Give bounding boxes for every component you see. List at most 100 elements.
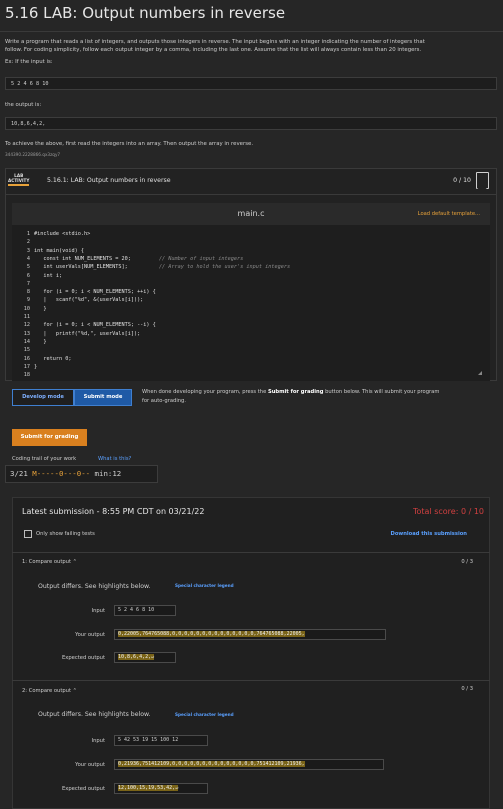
line-number: 9: [26, 297, 30, 304]
line-number: 11: [23, 314, 30, 320]
completion-badge-icon: [476, 172, 489, 189]
code-line: | scanf("%d", &(userVals[i]));: [34, 297, 144, 304]
line-number: 8: [26, 289, 30, 296]
code-content[interactable]: #include <stdio.h> int main(void) { const…: [34, 225, 484, 375]
description-line-2: follow. For coding simplicity, follow ea…: [5, 47, 422, 53]
test-1-your-output: 0,22005,764765088,0,0,0,0,0,0,0,0,0,0,0,…: [114, 629, 386, 640]
lab-score: 0 / 10: [453, 177, 471, 184]
test-2-title: 2: Compare output: [22, 688, 71, 694]
lab-activity-header: LAB ACTIVITY 5.16.1: LAB: Output numbers…: [5, 168, 497, 195]
test-divider: [12, 680, 490, 681]
test-1-expected-text: 10,8,6,4,2,↵: [118, 654, 155, 660]
code-line: const int NUM_ELEMENTS = 20; // Number o…: [34, 255, 244, 262]
test-1-expected-label: Expected output: [62, 655, 105, 661]
lab-activity-title: 5.16.1: LAB: Output numbers in reverse: [47, 177, 171, 184]
title-divider: [0, 31, 503, 32]
test-2-your-output-text: 0,21936,751412109,0,0,0,0,0,0,0,0,0,0,0,…: [118, 761, 305, 767]
test-1-your-output-label: Your output: [75, 632, 105, 638]
only-failing-checkbox[interactable]: [24, 530, 32, 538]
line-number: 1: [26, 231, 30, 237]
line-number: 4: [26, 255, 30, 262]
line-number: 16: [23, 355, 30, 362]
example-output: 10,8,6,4,2,: [5, 117, 497, 130]
test-2-input-label: Input: [91, 738, 105, 744]
mode-info-line-2: for auto-grading.: [142, 398, 186, 404]
mode-info-prefix: When done developing your program, press…: [142, 389, 268, 395]
example-input-label: Ex: If the input is:: [5, 59, 53, 65]
test-1-differs: Output differs. See highlights below.: [38, 583, 151, 590]
test-1-input: 5 2 4 6 8 10: [114, 605, 176, 616]
code-editor[interactable]: main.c Load default template... 12345678…: [12, 203, 490, 381]
total-score: Total score: 0 / 10: [412, 507, 484, 516]
test-2-your-output-label: Your output: [75, 762, 105, 768]
test-2-expected-text: 12,100,15,19,53,42,↵: [118, 785, 179, 791]
code-line: int main(void) {: [34, 247, 84, 254]
code-line: }: [34, 363, 38, 370]
test-2-expected-output: 12,100,15,19,53,42,↵: [114, 783, 208, 794]
mode-info-suffix: button below. This will submit your prog…: [323, 389, 440, 395]
chevron-up-icon: ⌃: [72, 559, 78, 565]
example-input: 5 2 4 6 8 10: [5, 77, 497, 90]
test-1-title: 1: Compare output: [22, 559, 71, 565]
test-1-your-output-text: 0,22005,764765088,0,0,0,0,0,0,0,0,0,0,0,…: [118, 631, 305, 637]
test-divider: [12, 552, 490, 553]
test-2-differs: Output differs. See highlights below.: [38, 711, 151, 718]
code-line: }: [34, 338, 47, 345]
submit-for-grading-button[interactable]: Submit for grading: [12, 429, 87, 446]
trail-count: 3/21: [10, 469, 33, 478]
test-2-input: 5 42 53 19 15 100 12: [114, 735, 208, 746]
mode-info-bold: Submit for grading: [267, 389, 324, 395]
line-number: 15: [23, 347, 30, 354]
line-number: 7: [26, 280, 30, 287]
code-line: int userVals[NUM_ELEMENTS]; // Array to …: [34, 264, 291, 271]
lab-id: 344390.2228866.qx3zqy7: [5, 152, 61, 157]
line-number: 14: [23, 338, 30, 345]
what-is-this-link[interactable]: What is this?: [98, 456, 131, 462]
develop-mode-button[interactable]: Develop mode: [12, 389, 74, 406]
test-1-score: 0 / 3: [461, 559, 473, 565]
code-line: for (i = 0; i < NUM_ELEMENTS; ++i) {: [34, 289, 156, 296]
code-line: #include <stdio.h>: [34, 231, 91, 237]
trail-marks: M-----0---0--: [32, 469, 91, 478]
code-line: int i;: [34, 272, 63, 279]
trail-time: min:12: [90, 469, 122, 478]
line-number: 12: [23, 322, 30, 329]
line-number: 17: [23, 363, 30, 370]
test-1-expected-output: 10,8,6,4,2,↵: [114, 652, 176, 663]
special-character-legend-link[interactable]: Special character legend: [175, 583, 234, 588]
line-number: 13: [23, 330, 30, 337]
special-character-legend-link[interactable]: Special character legend: [175, 712, 234, 717]
resize-handle-icon[interactable]: [478, 371, 482, 375]
coding-trail-label: Coding trail of your work: [12, 456, 77, 462]
test-1-header[interactable]: 1: Compare output ⌃: [22, 559, 77, 565]
download-submission-link[interactable]: Download this submission: [391, 531, 467, 537]
test-2-score: 0 / 3: [461, 686, 473, 692]
test-2-header[interactable]: 2: Compare output ⌃: [22, 688, 77, 694]
test-2-your-output: 0,21936,751412109,0,0,0,0,0,0,0,0,0,0,0,…: [114, 759, 384, 770]
lab-activity-tag: LAB ACTIVITY: [8, 173, 30, 186]
line-number: 3: [26, 247, 30, 254]
code-line: }: [34, 305, 47, 312]
line-number: 10: [23, 305, 30, 312]
submit-mode-button[interactable]: Submit mode: [74, 389, 132, 406]
load-default-template-link[interactable]: Load default template...: [418, 211, 480, 217]
achieve-text: To achieve the above, first read the int…: [5, 141, 254, 147]
only-failing-label: Only show failing tests: [36, 531, 95, 537]
test-1-input-label: Input: [91, 608, 105, 614]
coding-trail-value: 3/21 M-----0---0-- min:12: [5, 465, 158, 483]
page-title: 5.16 LAB: Output numbers in reverse: [5, 4, 286, 22]
example-output-label: the output is:: [5, 102, 42, 108]
line-number: 6: [26, 272, 30, 279]
line-number: 5: [26, 264, 30, 271]
code-line: return 0;: [34, 355, 72, 362]
code-line: for (i = 0; i < NUM_ELEMENTS; --i) {: [34, 322, 156, 329]
line-number-gutter: 1 2 3 4 5 6 7 8 9 10 11 12 13 14 15 16 17 18: [12, 225, 30, 379]
editor-toolbar: main.c Load default template...: [12, 203, 490, 225]
line-number: 2: [26, 239, 30, 246]
code-line: | printf("%d,", userVals[i]);: [34, 330, 141, 337]
chevron-up-icon: ⌃: [72, 688, 78, 694]
lab-tag-line-2: ACTIVITY: [8, 178, 30, 183]
test-2-expected-label: Expected output: [62, 786, 105, 792]
latest-submission-title: Latest submission - 8:55 PM CDT on 03/21…: [22, 507, 205, 516]
line-number: 18: [23, 372, 30, 379]
